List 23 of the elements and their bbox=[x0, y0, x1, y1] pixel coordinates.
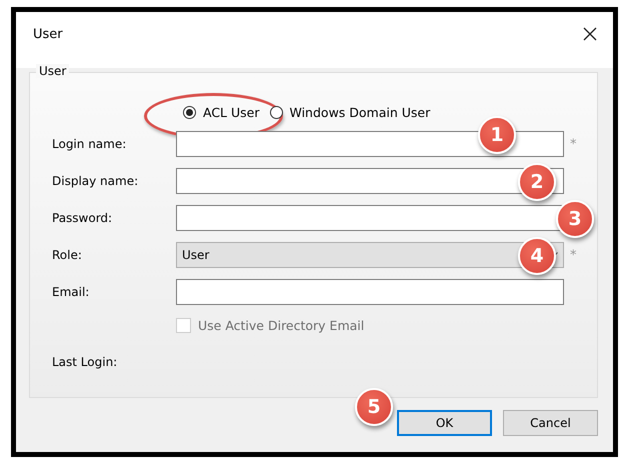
field-label: Password: bbox=[52, 211, 114, 225]
group-title: User bbox=[36, 64, 70, 78]
required-mark: * bbox=[570, 248, 576, 262]
dialog-button[interactable]: Cancel bbox=[503, 410, 598, 436]
input-field[interactable] bbox=[176, 168, 564, 194]
close-icon[interactable] bbox=[583, 27, 597, 41]
input-field[interactable] bbox=[176, 205, 564, 231]
field-label: Role: bbox=[52, 248, 83, 262]
step-number-badge: 1 bbox=[478, 116, 516, 154]
window-title: User bbox=[33, 26, 63, 42]
step-number-badge: 2 bbox=[518, 163, 556, 201]
required-mark: * bbox=[570, 136, 576, 152]
field-label: Login name: bbox=[52, 137, 128, 151]
account-type-radio[interactable]: ACL User bbox=[183, 104, 260, 120]
account-type-radio[interactable]: Windows Domain User bbox=[270, 104, 430, 120]
input-field[interactable] bbox=[176, 279, 564, 305]
step-number-badge: 4 bbox=[518, 237, 556, 275]
field-label: Email: bbox=[52, 285, 90, 299]
last-login-label: Last Login: bbox=[52, 355, 118, 369]
field-label: Display name: bbox=[52, 174, 140, 188]
dialog-button[interactable]: OK bbox=[397, 410, 492, 436]
step-number-badge: 3 bbox=[556, 200, 594, 238]
step-number-badge: 5 bbox=[355, 388, 393, 426]
